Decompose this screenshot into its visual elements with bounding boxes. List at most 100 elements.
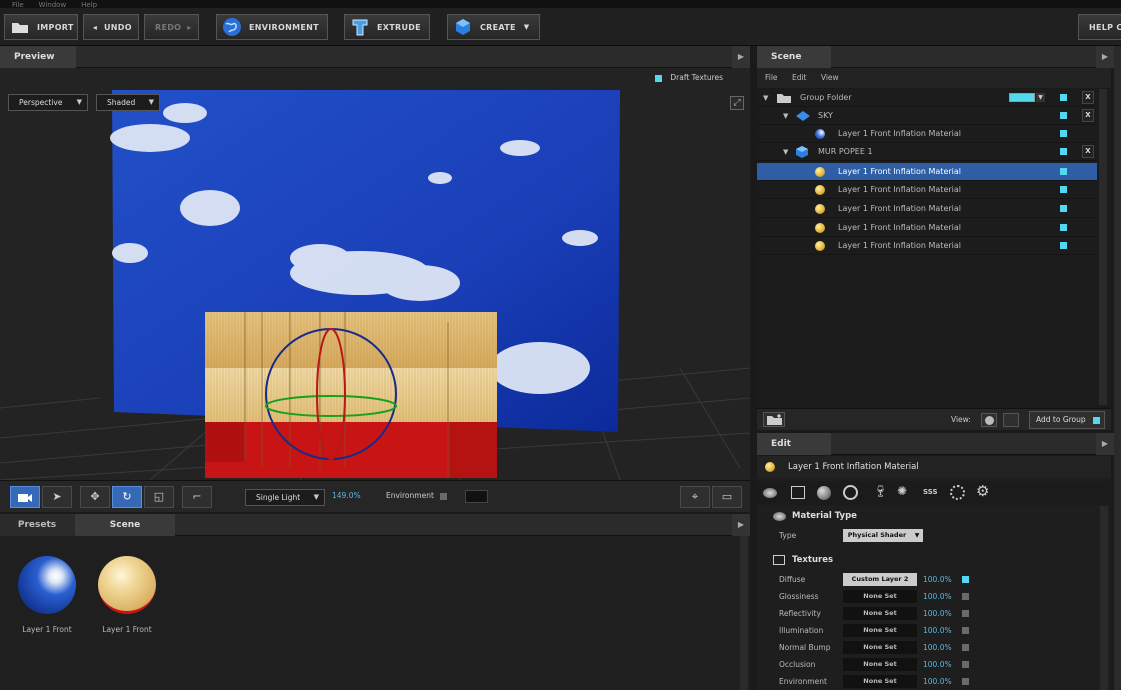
tab-edit[interactable]: Edit — [757, 433, 831, 455]
material-thumb-wood[interactable] — [98, 556, 156, 614]
environment-checkbox[interactable] — [440, 493, 447, 500]
panel-menu-arrow-icon[interactable]: ▶ — [732, 46, 750, 68]
gear-icon[interactable]: ⚙ — [976, 482, 989, 500]
visibility-checkbox[interactable] — [1060, 94, 1067, 101]
image-view-icon[interactable] — [1003, 413, 1019, 427]
tab-preview[interactable]: Preview — [0, 46, 76, 68]
screen-icon[interactable]: ▭ — [712, 486, 742, 508]
extrude-button[interactable]: EXTRUDE — [344, 14, 430, 40]
edit-scrollbar[interactable] — [1100, 506, 1108, 690]
undo-button[interactable]: ◂ UNDO — [83, 14, 139, 40]
scene-menu-view[interactable]: View — [821, 73, 839, 82]
environment-color-swatch[interactable] — [465, 490, 488, 503]
texture-slot[interactable]: None Set — [843, 607, 917, 620]
visibility-checkbox[interactable] — [1060, 242, 1067, 249]
render-mode-select[interactable]: Shaded ▼ — [96, 94, 160, 111]
add-to-group-checkbox[interactable] — [1093, 416, 1101, 424]
center-view-icon[interactable]: ⌖ — [680, 486, 710, 508]
texture-slot[interactable]: None Set — [843, 675, 917, 688]
image-icon[interactable] — [791, 486, 805, 499]
texture-percent[interactable]: 100.0% — [923, 656, 952, 673]
move-tool-icon[interactable]: ✥ — [80, 486, 110, 508]
tab-presets[interactable]: Presets — [0, 514, 74, 536]
textures-section[interactable]: Textures — [757, 550, 1097, 570]
environment-button[interactable]: ENVIRONMENT — [216, 14, 328, 40]
zoom-value[interactable]: 149.0% — [332, 491, 361, 500]
rotate-tool-icon[interactable]: ↻ — [112, 486, 142, 508]
panel-menu-arrow-icon[interactable]: ▶ — [732, 514, 750, 536]
texture-slot[interactable]: Custom Layer 2 — [843, 573, 917, 586]
tree-row-material[interactable]: Layer 1 Front Inflation Material — [757, 200, 1097, 218]
texture-enabled-checkbox[interactable] — [962, 678, 969, 685]
new-folder-icon[interactable] — [763, 412, 785, 427]
redo-button[interactable]: REDO ▸ — [144, 14, 199, 40]
camera-mode-select[interactable]: Perspective ▼ — [8, 94, 88, 111]
tree-row-material[interactable]: Layer 1 Front Inflation Material — [757, 163, 1097, 181]
texture-slot[interactable]: None Set — [843, 641, 917, 654]
texture-icon[interactable] — [950, 485, 965, 500]
scene-scrollbar[interactable] — [1099, 89, 1107, 405]
help-button[interactable]: HELP C — [1078, 14, 1121, 40]
texture-percent[interactable]: 100.0% — [923, 673, 952, 690]
sphere-icon[interactable] — [817, 486, 831, 500]
camera-tool-icon[interactable] — [10, 486, 40, 508]
draft-textures-checkbox[interactable] — [655, 74, 662, 82]
close-icon[interactable]: X — [1082, 145, 1094, 158]
texture-enabled-checkbox[interactable] — [962, 627, 969, 634]
scene-menu-file[interactable]: File — [765, 73, 778, 82]
texture-percent[interactable]: 100.0% — [923, 605, 952, 622]
scale-tool-icon[interactable]: ◱ — [144, 486, 174, 508]
material-type-section[interactable]: Material Type — [757, 506, 1097, 526]
texture-slot[interactable]: None Set — [843, 624, 917, 637]
tree-row-material[interactable]: Layer 1 Front Inflation Material — [757, 125, 1097, 143]
type-select[interactable]: Physical Shader — [843, 529, 911, 542]
texture-percent[interactable]: 100.0% — [923, 571, 952, 588]
shader-icon[interactable] — [763, 488, 777, 498]
sphere-view-icon[interactable] — [981, 413, 997, 427]
scene-menu-edit[interactable]: Edit — [792, 73, 807, 82]
select-tool-icon[interactable]: ➤ — [42, 486, 72, 508]
tree-row-sky[interactable]: ▼ SKY X — [757, 107, 1097, 125]
visibility-checkbox[interactable] — [1060, 186, 1067, 193]
texture-slot[interactable]: None Set — [843, 658, 917, 671]
texture-percent[interactable]: 100.0% — [923, 622, 952, 639]
texture-enabled-checkbox[interactable] — [962, 576, 969, 583]
texture-percent[interactable]: 100.0% — [923, 588, 952, 605]
add-to-group-button[interactable]: Add to Group — [1029, 411, 1105, 429]
create-button[interactable]: CREATE ▼ — [447, 14, 540, 40]
panel-menu-arrow-icon[interactable]: ▶ — [1096, 433, 1114, 455]
texture-enabled-checkbox[interactable] — [962, 644, 969, 651]
material-thumb-sky[interactable] — [18, 556, 76, 614]
reflection-icon[interactable] — [843, 485, 858, 500]
tab-scene[interactable]: Scene — [757, 46, 831, 68]
visibility-checkbox[interactable] — [1060, 130, 1067, 137]
wine-glass-icon[interactable]: 🍷︎ — [873, 484, 888, 498]
panel-menu-arrow-icon[interactable]: ▶ — [1096, 46, 1114, 68]
texture-enabled-checkbox[interactable] — [962, 593, 969, 600]
texture-enabled-checkbox[interactable] — [962, 610, 969, 617]
close-icon[interactable]: X — [1082, 109, 1094, 122]
bulb-icon[interactable]: ✺ — [897, 484, 907, 498]
maximize-icon[interactable]: ⤢ — [730, 96, 744, 110]
tree-row-material[interactable]: Layer 1 Front Inflation Material — [757, 181, 1097, 199]
tree-row-mur-popee[interactable]: ▼ MUR POPEE 1 X — [757, 143, 1097, 161]
expand-arrow-icon[interactable]: ▼ — [783, 107, 788, 125]
tree-row-material[interactable]: Layer 1 Front Inflation Material — [757, 237, 1097, 255]
visibility-checkbox[interactable] — [1060, 168, 1067, 175]
close-icon[interactable]: X — [1082, 91, 1094, 104]
viewport[interactable]: Perspective ▼ Shaded ▼ Draft Textures ⤢ — [0, 68, 750, 480]
bounds-tool-icon[interactable]: ⌐ — [182, 486, 212, 508]
tab-scene-materials[interactable]: Scene Materials — [75, 514, 175, 552]
group-color-swatch[interactable] — [1009, 93, 1035, 102]
tree-row-group-folder[interactable]: ▼ Group Folder ▼ X — [757, 89, 1097, 107]
tree-row-material[interactable]: Layer 1 Front Inflation Material — [757, 219, 1097, 237]
light-mode-select[interactable]: Single Light ▼ — [245, 489, 325, 506]
presets-scrollbar[interactable] — [740, 536, 748, 690]
chevron-down-icon[interactable]: ▼ — [1036, 93, 1045, 102]
visibility-checkbox[interactable] — [1060, 112, 1067, 119]
import-button[interactable]: IMPORT — [4, 14, 78, 40]
expand-arrow-icon[interactable]: ▼ — [783, 143, 788, 161]
texture-percent[interactable]: 100.0% — [923, 639, 952, 656]
visibility-checkbox[interactable] — [1060, 205, 1067, 212]
draft-textures-toggle[interactable]: Draft Textures — [655, 73, 723, 82]
